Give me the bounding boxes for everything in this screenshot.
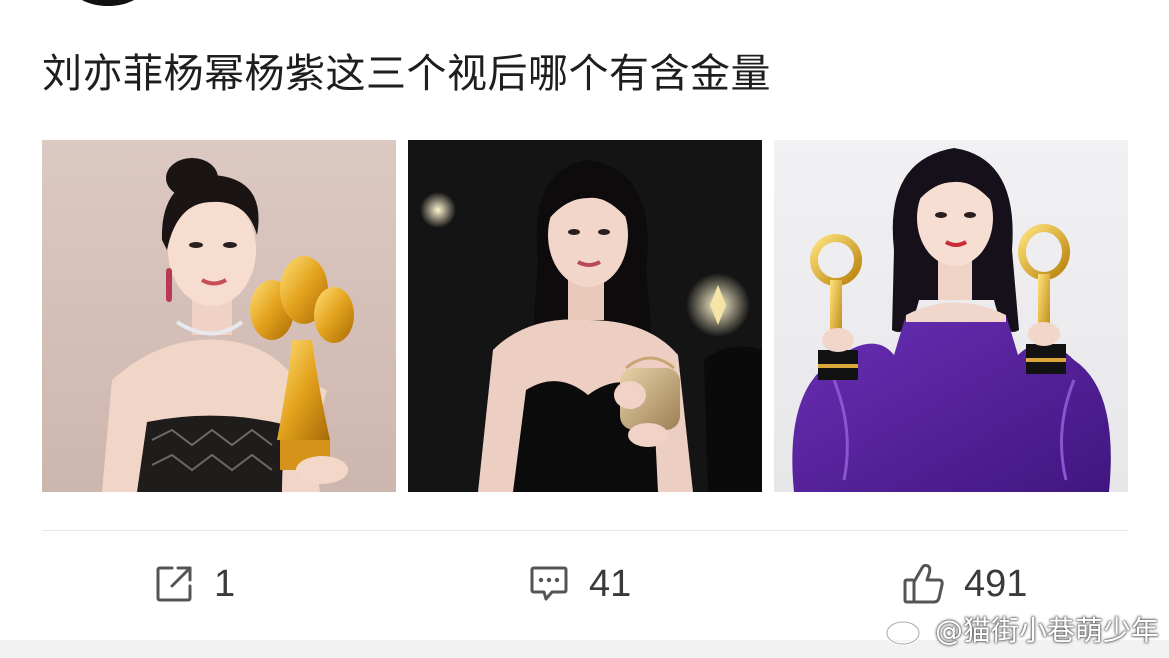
repost-icon: [152, 562, 196, 606]
repost-button[interactable]: 1: [152, 555, 235, 613]
image-1[interactable]: [42, 140, 396, 492]
comment-icon: [527, 562, 571, 606]
repost-count: 1: [214, 562, 236, 605]
post-title: 刘亦菲杨幂杨紫这三个视后哪个有含金量: [42, 51, 771, 97]
like-count: 491: [964, 562, 1028, 605]
like-button[interactable]: 491: [902, 555, 1027, 613]
comment-button[interactable]: 41: [527, 555, 631, 613]
watermark-text: @猫街小巷萌少年: [934, 614, 1159, 647]
comment-count: 41: [589, 562, 632, 605]
watermark: @猫街小巷萌少年: [885, 606, 1159, 652]
divider: [42, 530, 1128, 531]
action-bar: 1 41 491: [42, 555, 1128, 613]
thumbs-up-icon: [902, 562, 946, 606]
image-2[interactable]: [408, 140, 762, 492]
image-3[interactable]: [774, 140, 1128, 492]
avatar[interactable]: [70, 0, 146, 6]
weibo-logo-icon: [885, 612, 929, 646]
image-grid: [42, 140, 1128, 492]
